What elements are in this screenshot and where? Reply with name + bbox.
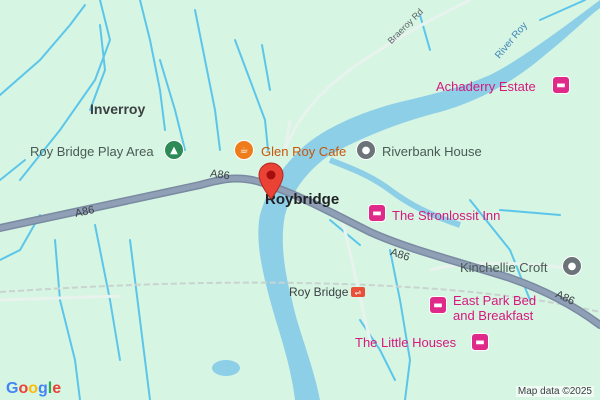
- hotel-bed-icon[interactable]: ▬: [368, 204, 386, 222]
- logo-letter: e: [52, 380, 62, 397]
- poi-label-east-park-line2[interactable]: and Breakfast: [453, 309, 533, 322]
- station-label-roy-bridge[interactable]: Roy Bridge: [289, 286, 348, 298]
- landmark-dot-icon[interactable]: ●: [562, 256, 582, 276]
- poi-label-glen-roy-cafe[interactable]: Glen Roy Cafe: [261, 145, 346, 158]
- poi-label-play-area[interactable]: Roy Bridge Play Area: [30, 145, 154, 158]
- hotel-bed-icon[interactable]: ▬: [552, 76, 570, 94]
- poi-label-riverbank-house[interactable]: Riverbank House: [382, 145, 482, 158]
- coffee-cup-icon[interactable]: ☕: [234, 140, 254, 160]
- pond-water: [212, 360, 240, 376]
- train-station-icon[interactable]: ⇌: [351, 287, 365, 297]
- hotel-bed-icon[interactable]: ▬: [471, 333, 489, 351]
- poi-label-little-houses[interactable]: The Little Houses: [355, 336, 456, 349]
- logo-letter: g: [38, 380, 48, 397]
- hotel-bed-icon[interactable]: ▬: [429, 296, 447, 314]
- map-canvas[interactable]: Inverroy Roybridge A86 A86 A86 A86 Braer…: [0, 0, 600, 400]
- poi-label-achaderry-estate[interactable]: Achaderry Estate: [436, 80, 536, 93]
- map-attribution[interactable]: Map data ©2025: [515, 386, 594, 397]
- location-pin-icon[interactable]: [258, 162, 284, 200]
- logo-letter: o: [28, 380, 39, 397]
- place-label-inverroy: Inverroy: [90, 101, 146, 117]
- logo-letter: o: [18, 380, 29, 397]
- landmark-dot-icon[interactable]: ●: [356, 140, 376, 160]
- park-tree-icon[interactable]: ▲: [164, 140, 184, 160]
- google-logo: Google: [6, 380, 61, 398]
- poi-label-east-park-line1[interactable]: East Park Bed: [453, 294, 536, 307]
- poi-label-stronlossit-inn[interactable]: The Stronlossit Inn: [392, 209, 500, 222]
- poi-label-kinchellie-croft[interactable]: Kinchellie Croft: [460, 261, 547, 274]
- logo-letter: G: [6, 380, 19, 397]
